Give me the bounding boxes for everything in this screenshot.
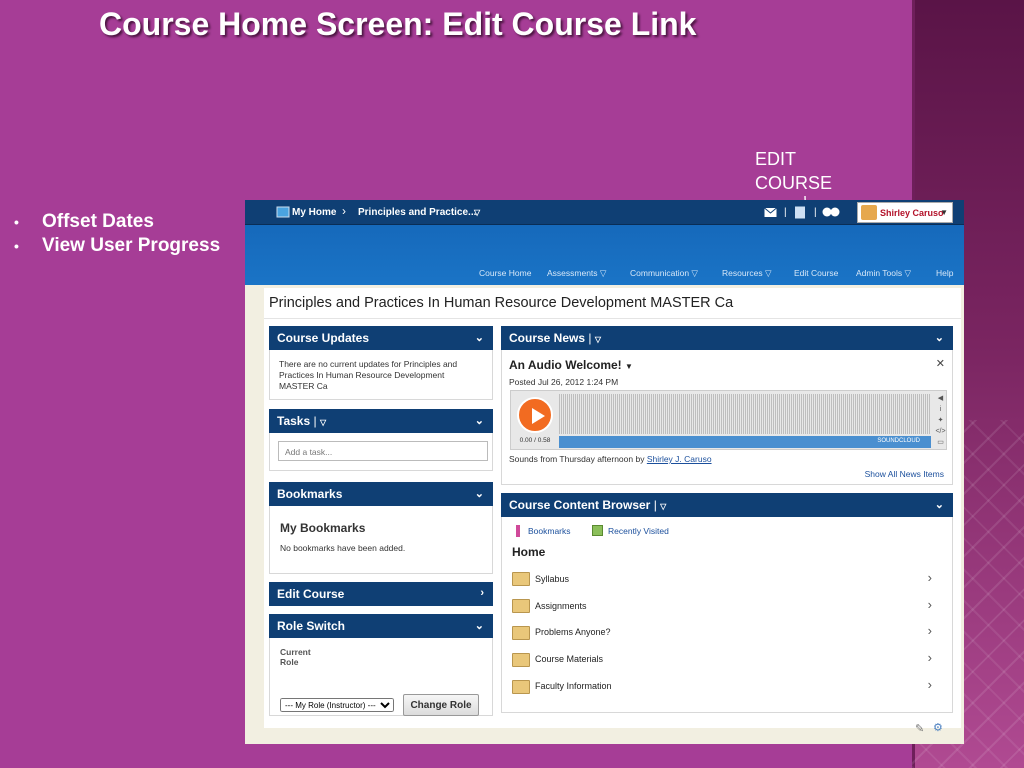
nav-help[interactable]: Help: [936, 268, 953, 278]
top-bar: My Home › Principles and Practice... ▽ |…: [245, 200, 964, 225]
nav-communication[interactable]: Communication ▽: [630, 268, 698, 279]
news-item-title[interactable]: An Audio Welcome! ▼: [509, 358, 633, 372]
breadcrumb-separator-icon: ›: [342, 204, 346, 218]
my-home-link[interactable]: My Home: [292, 207, 336, 218]
news-posted-date: Posted Jul 26, 2012 1:24 PM: [509, 377, 619, 387]
chevron-down-icon[interactable]: ⌄: [475, 487, 484, 500]
chevron-down-icon[interactable]: ▽: [660, 502, 666, 511]
chevron-down-icon[interactable]: ⌄: [475, 619, 484, 632]
course-news-panel: An Audio Welcome! ▼ ✕ Posted Jul 26, 201…: [501, 350, 953, 485]
recent-icon: [592, 525, 603, 536]
close-icon[interactable]: ✕: [936, 357, 945, 370]
content-item-faculty[interactable]: Faculty Information: [535, 681, 612, 691]
chevron-down-icon[interactable]: ⌄: [935, 331, 944, 344]
folder-icon: [512, 653, 530, 667]
avatar: [861, 205, 877, 220]
folder-icon: [512, 572, 530, 586]
chevron-right-icon[interactable]: ›: [928, 570, 932, 585]
bullet-item: • View User Progress: [14, 235, 221, 256]
chat-icon[interactable]: [822, 207, 840, 218]
divider: |: [784, 207, 787, 218]
course-updates-panel: There are no current updates for Princip…: [269, 350, 493, 400]
role-switch-header[interactable]: Role Switch ⌄: [269, 614, 493, 638]
add-task-input[interactable]: Add a task...: [278, 441, 488, 461]
chevron-down-icon[interactable]: ⌄: [935, 498, 944, 511]
user-name: Shirley Caruso: [880, 208, 944, 218]
nav-assessments[interactable]: Assessments ▽: [547, 268, 606, 279]
chevron-right-icon[interactable]: ›: [928, 677, 932, 692]
soundcloud-logo: SOUNDCLOUD: [877, 438, 920, 444]
nav-edit-course[interactable]: Edit Course: [794, 268, 838, 278]
chevron-right-icon[interactable]: ›: [928, 623, 932, 638]
nav-resources[interactable]: Resources ▽: [722, 268, 772, 279]
tasks-panel: Add a task...: [269, 433, 493, 471]
progress-track[interactable]: [559, 436, 931, 448]
divider: [264, 318, 961, 319]
author-link[interactable]: Shirley J. Caruso: [647, 454, 712, 464]
chevron-right-icon[interactable]: ›: [928, 597, 932, 612]
chevron-down-icon[interactable]: ⌄: [475, 331, 484, 344]
role-switch-panel: Current Role --- My Role (Instructor) ---…: [269, 638, 493, 716]
lms-screenshot: My Home › Principles and Practice... ▽ |…: [245, 200, 964, 744]
divider: |: [814, 207, 817, 218]
bullet-item: • Offset Dates: [14, 211, 154, 232]
browser-bookmarks-link[interactable]: Bookmarks: [528, 526, 571, 537]
settings-icon[interactable]: ⚙: [933, 721, 943, 734]
bookmarks-panel: My Bookmarks No bookmarks have been adde…: [269, 506, 493, 574]
chevron-down-icon[interactable]: ▼: [625, 362, 633, 371]
chevron-down-icon: ▼: [940, 208, 948, 217]
bookmarks-empty-text: No bookmarks have been added.: [280, 543, 406, 553]
course-updates-header[interactable]: Course Updates ⌄: [269, 326, 493, 350]
nav-course-home[interactable]: Course Home: [479, 268, 531, 278]
content-item-problems[interactable]: Problems Anyone?: [535, 627, 611, 637]
course-news-header[interactable]: Course News | ▽ ⌄: [501, 326, 953, 350]
audio-player[interactable]: 0.00 / 0.58 SOUNDCLOUD ◀ i ✦ </> ▭: [510, 390, 947, 450]
edit-course-callout: EDIT COURSE: [755, 149, 833, 193]
user-menu[interactable]: Shirley Caruso ▼: [857, 202, 953, 223]
change-role-button[interactable]: Change Role: [403, 694, 479, 716]
mail-icon[interactable]: [764, 207, 777, 218]
news-caption: Sounds from Thursday afternoon by Shirle…: [509, 454, 712, 464]
slide-title: Course Home Screen: Edit Course Link: [99, 6, 697, 42]
chevron-right-icon[interactable]: ›: [928, 650, 932, 665]
show-all-news-link[interactable]: Show All News Items: [865, 469, 944, 480]
edit-course-header[interactable]: Edit Course ›: [269, 582, 493, 606]
nav-admin-tools[interactable]: Admin Tools ▽: [856, 268, 911, 279]
chevron-right-icon[interactable]: ›: [480, 587, 484, 599]
bullet-list: • Offset Dates • View User Progress: [14, 210, 220, 258]
breadcrumb-course[interactable]: Principles and Practice...: [358, 207, 476, 218]
folder-icon: [512, 599, 530, 613]
content-item-materials[interactable]: Course Materials: [535, 654, 603, 664]
tasks-header[interactable]: Tasks | ▽ ⌄: [269, 409, 493, 433]
content-browser-panel: Bookmarks Recently Visited Home Syllabus…: [501, 517, 953, 713]
course-title: Principles and Practices In Human Resour…: [269, 295, 734, 311]
home-icon[interactable]: [276, 205, 290, 219]
player-time: 0.00 / 0.58: [519, 437, 551, 444]
content-item-syllabus[interactable]: Syllabus: [535, 574, 569, 584]
notebook-icon[interactable]: [794, 206, 806, 219]
my-bookmarks-title: My Bookmarks: [280, 521, 366, 535]
chevron-down-icon[interactable]: ▽: [320, 418, 326, 427]
player-side-controls[interactable]: ◀ i ✦ </> ▭: [935, 393, 946, 448]
chevron-down-icon[interactable]: ⌄: [475, 414, 484, 427]
chevron-down-icon[interactable]: ▽: [474, 208, 480, 217]
role-select[interactable]: --- My Role (Instructor) ---: [280, 698, 394, 712]
folder-icon: [512, 680, 530, 694]
content-item-assignments[interactable]: Assignments: [535, 601, 587, 611]
current-role-label: Current Role: [280, 647, 311, 667]
bookmark-icon: [516, 525, 520, 537]
play-icon[interactable]: [517, 397, 553, 433]
content-browser-header[interactable]: Course Content Browser | ▽ ⌄: [501, 493, 953, 517]
waveform[interactable]: [559, 394, 931, 434]
pencil-icon[interactable]: ✎: [915, 722, 924, 735]
recently-visited-link[interactable]: Recently Visited: [608, 526, 669, 537]
chevron-down-icon[interactable]: ▽: [595, 335, 601, 344]
course-updates-text: There are no current updates for Princip…: [279, 359, 458, 391]
folder-icon: [512, 626, 530, 640]
bookmarks-header[interactable]: Bookmarks ⌄: [269, 482, 493, 506]
browser-home-title: Home: [512, 545, 546, 559]
